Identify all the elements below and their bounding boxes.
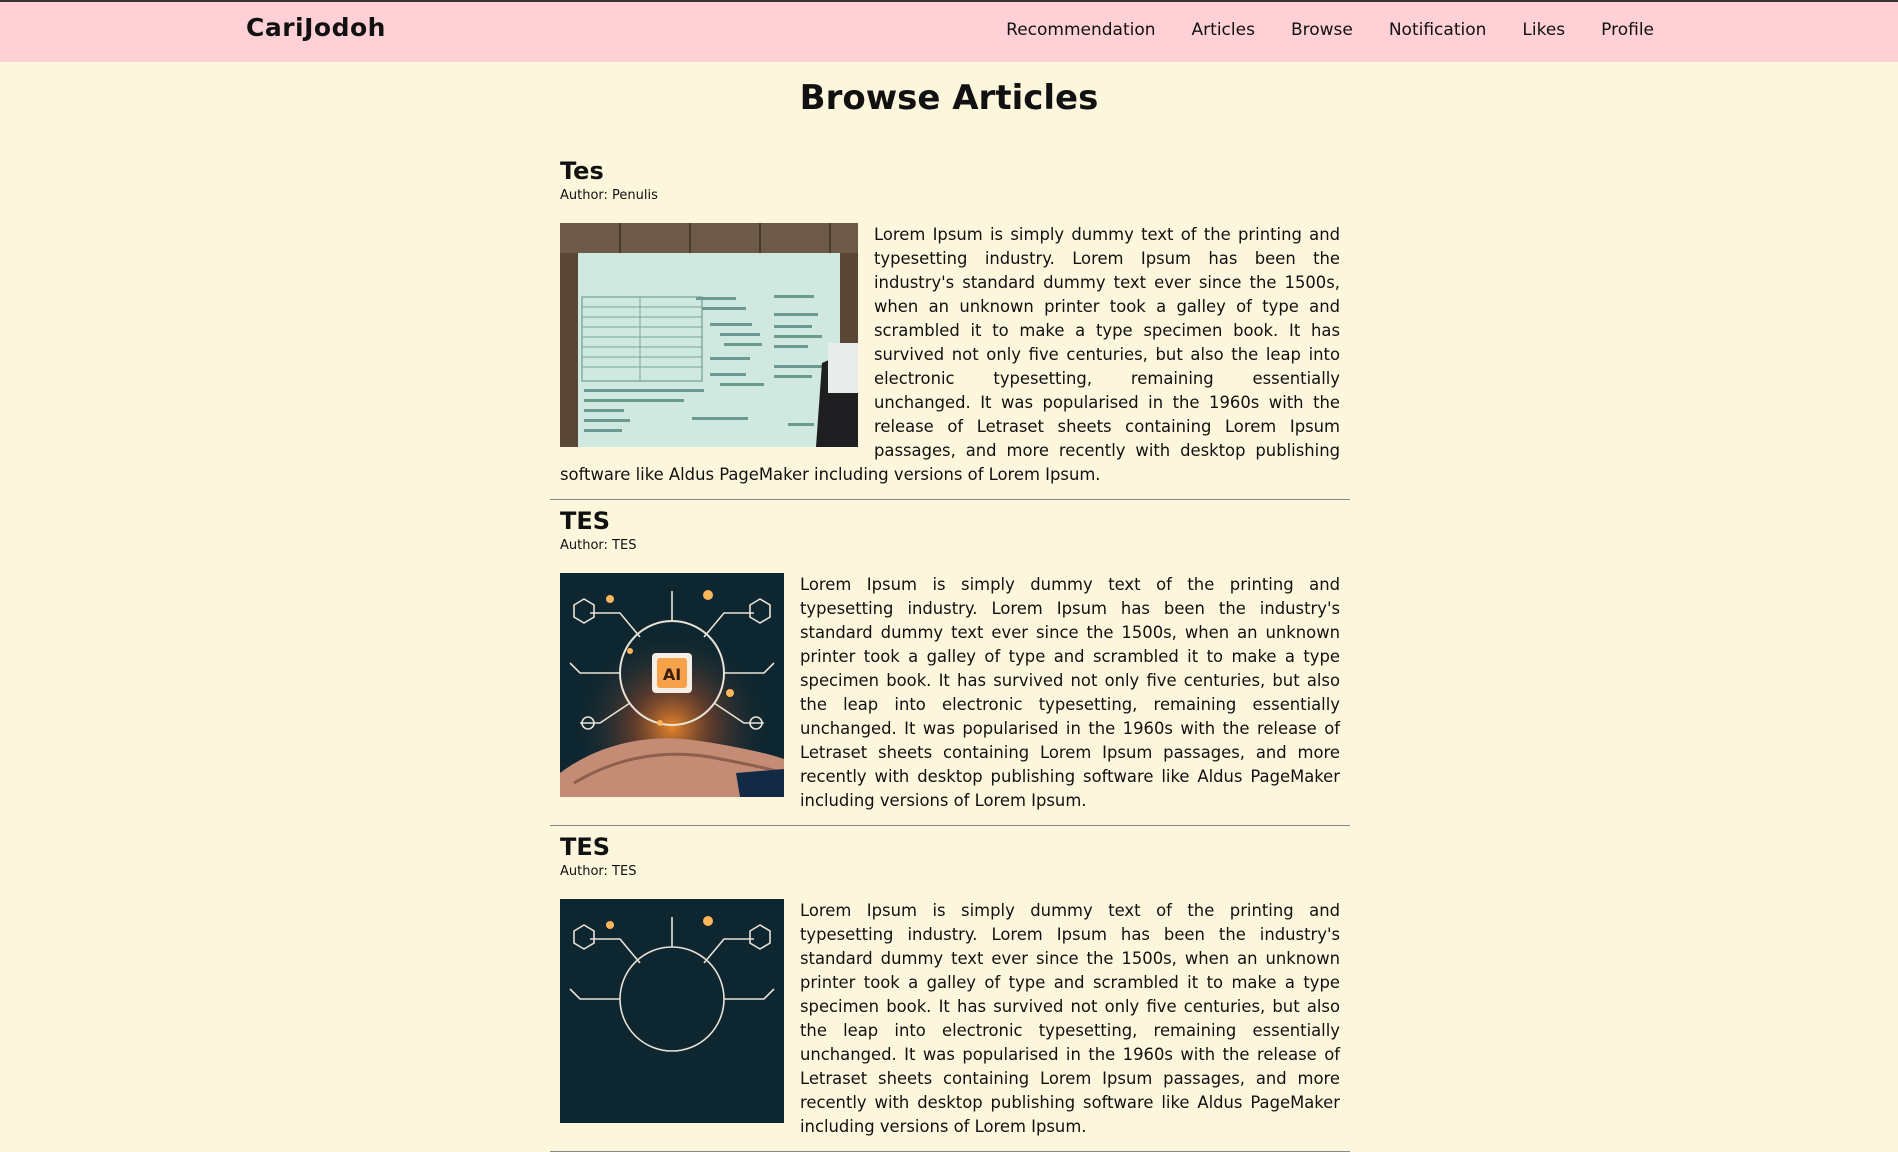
article-title[interactable]: TES: [560, 832, 1340, 862]
article-item: Tes Author: Penulis Lorem Ipsum is simpl…: [550, 150, 1350, 500]
nav-recommendation[interactable]: Recommendation: [1006, 20, 1155, 40]
article-item: TES Author: TES: [550, 500, 1350, 826]
nav-profile[interactable]: Profile: [1601, 20, 1654, 40]
page-title: Browse Articles: [799, 78, 1099, 118]
nav-browse[interactable]: Browse: [1291, 20, 1353, 40]
brand-logo[interactable]: CariJodoh: [246, 13, 386, 42]
article-title[interactable]: Tes: [560, 156, 1340, 186]
navbar: CariJodoh Recommendation Articles Browse…: [0, 0, 1898, 62]
nav-likes[interactable]: Likes: [1522, 20, 1565, 40]
nav-links: Recommendation Articles Browse Notificat…: [1006, 20, 1654, 40]
article-image-ai[interactable]: AI: [560, 573, 784, 797]
nav-notification[interactable]: Notification: [1389, 20, 1487, 40]
article-title[interactable]: TES: [560, 506, 1340, 536]
ai-chip-label: AI: [663, 665, 681, 684]
nav-articles[interactable]: Articles: [1192, 20, 1255, 40]
article-author: Author: TES: [560, 864, 637, 879]
article-item: TES Author: TES: [550, 826, 1350, 1152]
article-image-ai[interactable]: [560, 899, 784, 1123]
article-author: Author: TES: [560, 538, 637, 553]
article-author: Author: Penulis: [560, 188, 658, 203]
article-list: Tes Author: Penulis Lorem Ipsum is simpl…: [550, 150, 1350, 1152]
article-image-projector[interactable]: [560, 223, 858, 447]
